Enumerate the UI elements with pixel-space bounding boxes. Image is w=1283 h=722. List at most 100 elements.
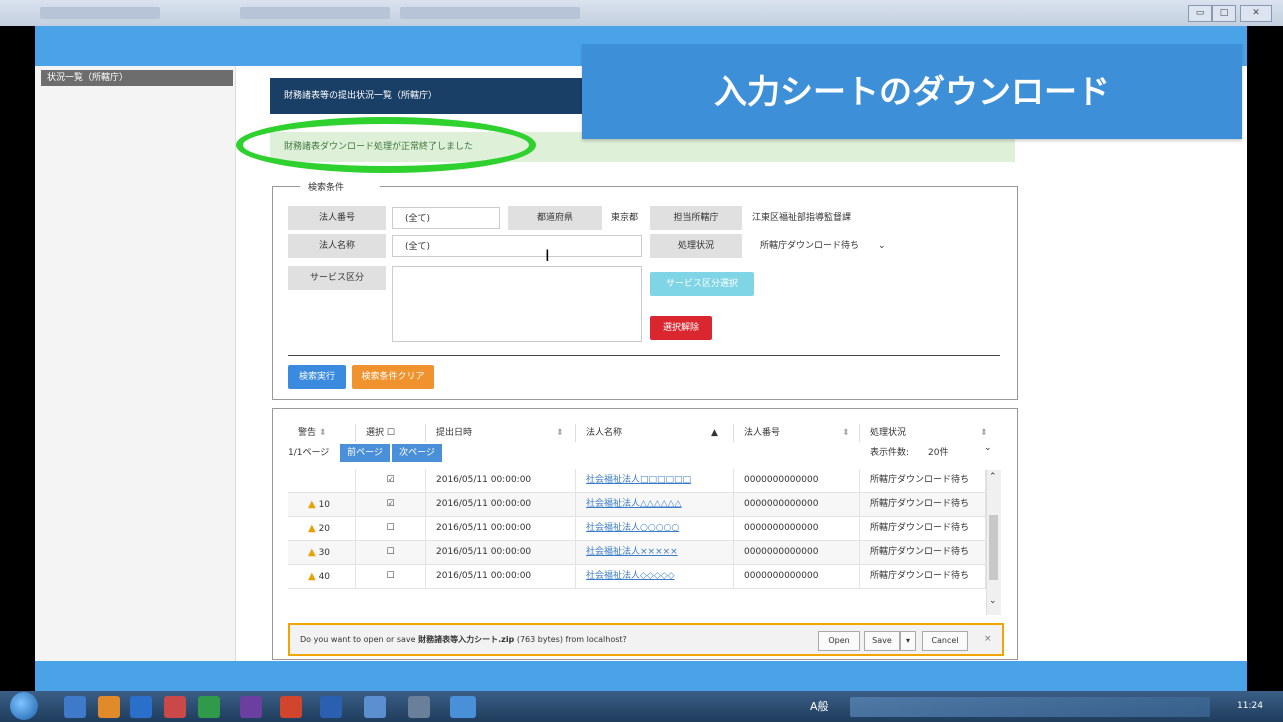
search-execute-button[interactable]: 検索実行 bbox=[288, 365, 346, 389]
browser-tab[interactable] bbox=[40, 7, 160, 19]
chevron-down-icon[interactable]: ⌄ bbox=[984, 443, 992, 453]
onenote-icon[interactable] bbox=[240, 696, 262, 718]
warning-cell: ▲ 30 bbox=[288, 541, 356, 564]
status-cell: 所轄庁ダウンロード待ち bbox=[860, 517, 986, 540]
save-button[interactable]: Save bbox=[864, 631, 900, 651]
highlight-annotation bbox=[236, 117, 536, 173]
text-cursor-icon: I bbox=[545, 246, 550, 265]
header-date[interactable]: 提出日時 ⬍ bbox=[426, 424, 576, 442]
explorer-icon[interactable] bbox=[64, 696, 86, 718]
date-cell: 2016/05/11 00:00:00 bbox=[426, 493, 576, 516]
save-options-dropdown[interactable]: ▾ bbox=[900, 631, 916, 651]
row-checkbox[interactable]: ☐ bbox=[356, 565, 426, 588]
warning-cell: ▲ 40 bbox=[288, 565, 356, 588]
row-checkbox[interactable]: ☐ bbox=[356, 541, 426, 564]
browser-icon[interactable] bbox=[130, 696, 152, 718]
close-icon[interactable]: × bbox=[984, 625, 992, 654]
date-cell: 2016/05/11 00:00:00 bbox=[426, 517, 576, 540]
sidebar bbox=[35, 66, 236, 661]
ie-active-icon[interactable] bbox=[450, 696, 476, 718]
corp-name-link[interactable]: 社会福祉法人◇◇◇◇◇ bbox=[576, 565, 734, 588]
corp-no-cell: 0000000000000 bbox=[734, 565, 860, 588]
divider bbox=[288, 355, 1000, 356]
header-corp-name[interactable]: 法人名称 ▲ bbox=[576, 424, 734, 442]
maximize-button[interactable]: □ bbox=[1212, 5, 1236, 22]
download-message: Do you want to open or save 財務諸表等入力シート.z… bbox=[300, 635, 627, 644]
minimize-button[interactable]: ▭ bbox=[1188, 5, 1212, 22]
powerpoint-icon[interactable] bbox=[280, 696, 302, 718]
per-page-select[interactable]: 20件 bbox=[928, 445, 948, 458]
search-legend: 検索条件 bbox=[300, 180, 380, 194]
app-icon[interactable] bbox=[364, 696, 386, 718]
status-select[interactable]: 所轄庁ダウンロード待ち ⌄ bbox=[748, 235, 898, 257]
sort-icon: ⬍ bbox=[842, 428, 850, 438]
service-select-button[interactable]: サービス区分選択 bbox=[650, 272, 754, 296]
row-checkbox[interactable]: ☐ bbox=[356, 517, 426, 540]
corp-name-input[interactable]: (全て) bbox=[392, 235, 642, 257]
row-checkbox[interactable]: ☑ bbox=[356, 469, 426, 492]
warning-icon: ▲ bbox=[308, 523, 316, 534]
prev-page-button[interactable]: 前ページ bbox=[340, 444, 390, 462]
excel-icon[interactable] bbox=[198, 696, 220, 718]
close-window-button[interactable]: ✕ bbox=[1240, 5, 1272, 22]
browser-tab[interactable] bbox=[240, 7, 390, 19]
status-cell: 所轄庁ダウンロード待ち bbox=[860, 541, 986, 564]
app-icon[interactable] bbox=[408, 696, 430, 718]
chevron-down-icon: ▾ bbox=[905, 636, 910, 645]
clear-selection-button[interactable]: 選択解除 bbox=[650, 316, 712, 340]
next-page-button[interactable]: 次ページ bbox=[392, 444, 442, 462]
corp-name-link[interactable]: 社会福祉法人□□□□□□ bbox=[576, 469, 734, 492]
warning-icon: ▲ bbox=[308, 499, 316, 510]
row-checkbox[interactable]: ☑ bbox=[356, 493, 426, 516]
browser-chrome bbox=[0, 0, 1283, 26]
date-cell: 2016/05/11 00:00:00 bbox=[426, 469, 576, 492]
date-cell: 2016/05/11 00:00:00 bbox=[426, 565, 576, 588]
status-select-value: 所轄庁ダウンロード待ち bbox=[760, 241, 860, 251]
app-icon[interactable] bbox=[98, 696, 120, 718]
pref-value: 東京都 bbox=[611, 213, 639, 223]
date-cell: 2016/05/11 00:00:00 bbox=[426, 541, 576, 564]
sort-icon: ⬍ bbox=[318, 428, 327, 438]
header-warning[interactable]: 警告 ⬍ bbox=[288, 424, 356, 442]
corp-no-cell: 0000000000000 bbox=[734, 493, 860, 516]
corp-name-link[interactable]: 社会福祉法人××××× bbox=[576, 541, 734, 564]
browser-tab[interactable] bbox=[400, 7, 580, 19]
corp-name-link[interactable]: 社会福祉法人△△△△△△ bbox=[576, 493, 734, 516]
system-tray[interactable] bbox=[850, 697, 1210, 717]
corp-name-link[interactable]: 社会福祉法人○○○○○ bbox=[576, 517, 734, 540]
pagination: 1/1ページ 前ページ 次ページ 表示件数: 20件 ⌄ bbox=[288, 443, 1000, 463]
service-textarea[interactable] bbox=[392, 266, 642, 342]
warning-icon: ▲ bbox=[308, 547, 316, 558]
corp-no-cell: 0000000000000 bbox=[734, 541, 860, 564]
start-button[interactable] bbox=[10, 692, 38, 720]
scroll-thumb[interactable] bbox=[989, 515, 998, 580]
service-label: サービス区分 bbox=[288, 266, 386, 290]
header-status[interactable]: 処理状況 ⬍ bbox=[860, 424, 1000, 442]
table-row[interactable]: ▲ 10 ☑ 2016/05/11 00:00:00 社会福祉法人△△△△△△ … bbox=[288, 493, 986, 517]
sort-icon: ⬍ bbox=[980, 428, 988, 438]
table-row[interactable]: ▲ 30 ☐ 2016/05/11 00:00:00 社会福祉法人××××× 0… bbox=[288, 541, 986, 565]
checkbox-icon[interactable]: ☐ bbox=[387, 428, 395, 438]
corp-no-input[interactable]: (全て) bbox=[392, 207, 500, 229]
table-row[interactable]: ☑ 2016/05/11 00:00:00 社会福祉法人□□□□□□ 00000… bbox=[288, 469, 986, 493]
open-button[interactable]: Open bbox=[818, 631, 860, 651]
status-cell: 所轄庁ダウンロード待ち bbox=[860, 493, 986, 516]
scroll-down-icon[interactable]: ⌄ bbox=[989, 596, 997, 606]
footer-bar bbox=[35, 661, 1247, 691]
word-icon[interactable] bbox=[320, 696, 342, 718]
table-row[interactable]: ▲ 20 ☐ 2016/05/11 00:00:00 社会福祉法人○○○○○ 0… bbox=[288, 517, 986, 541]
table-row[interactable]: ▲ 40 ☐ 2016/05/11 00:00:00 社会福祉法人◇◇◇◇◇ 0… bbox=[288, 565, 986, 589]
header-select[interactable]: 選択 ☐ bbox=[356, 424, 426, 442]
app-icon[interactable] bbox=[164, 696, 186, 718]
corp-no-label: 法人番号 bbox=[288, 206, 386, 230]
cancel-button[interactable]: Cancel bbox=[922, 631, 968, 651]
pref-label: 都道府県 bbox=[508, 206, 602, 230]
header-corp-no[interactable]: 法人番号 ⬍ bbox=[734, 424, 860, 442]
clock[interactable]: 11:24 bbox=[1225, 691, 1275, 722]
sort-asc-icon: ▲ bbox=[711, 428, 718, 438]
scroll-up-icon[interactable]: ⌃ bbox=[989, 472, 997, 482]
sidebar-item-status-list[interactable]: 状況一覧（所轄庁） bbox=[41, 70, 233, 86]
ime-indicator[interactable]: A般 bbox=[810, 691, 840, 722]
search-clear-button[interactable]: 検索条件クリア bbox=[352, 365, 434, 389]
sort-icon: ⬍ bbox=[556, 428, 564, 438]
